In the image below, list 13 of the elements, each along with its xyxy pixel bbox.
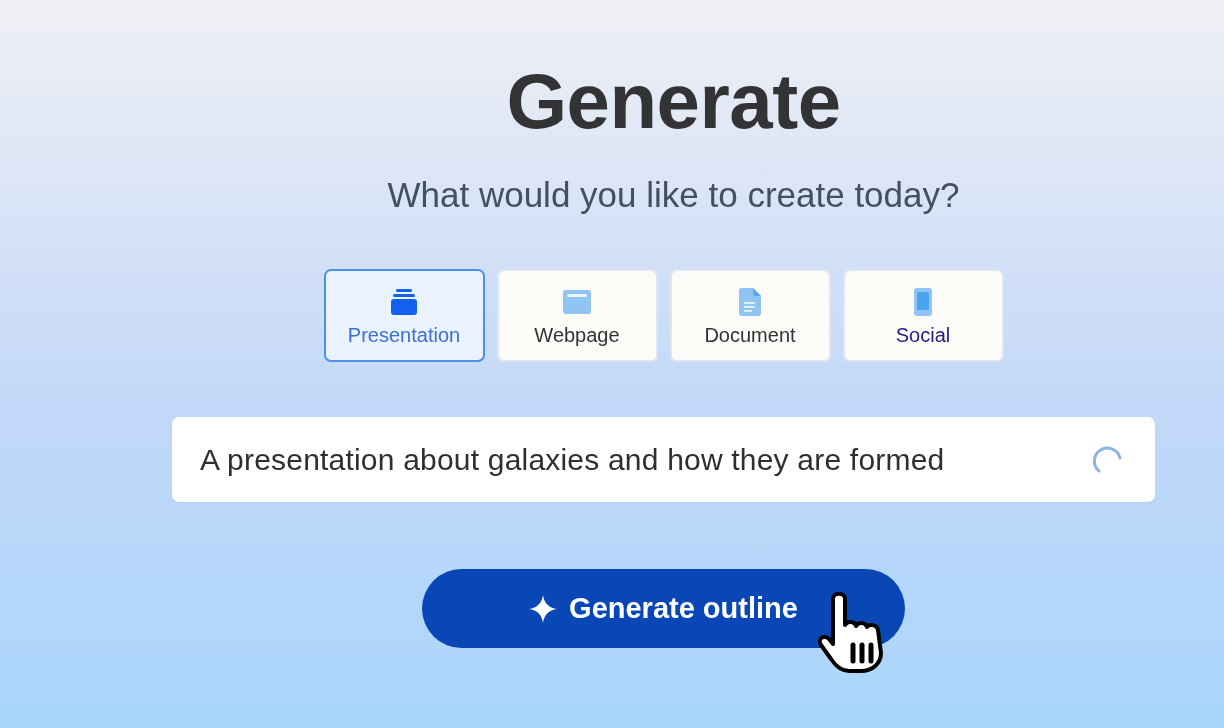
content-type-card[interactable]: Presentation: [323, 269, 485, 362]
generate-outline-button[interactable]: Generate outline: [422, 569, 905, 648]
page-title: Generate: [506, 62, 841, 140]
browser-window-icon: [563, 290, 591, 314]
content-type-card[interactable]: Webpage: [496, 269, 658, 362]
page-subtitle: What would you like to create today?: [387, 177, 960, 212]
phone-icon: [914, 288, 932, 316]
sparkle-icon: [529, 594, 558, 623]
document-icon: [739, 288, 761, 316]
content-type-card[interactable]: Social: [842, 269, 1004, 362]
content-type-card[interactable]: Document: [669, 269, 831, 362]
stacked-layers-icon: [390, 288, 418, 316]
prompt-field[interactable]: A presentation about galaxies and how they are formed: [172, 417, 1155, 502]
